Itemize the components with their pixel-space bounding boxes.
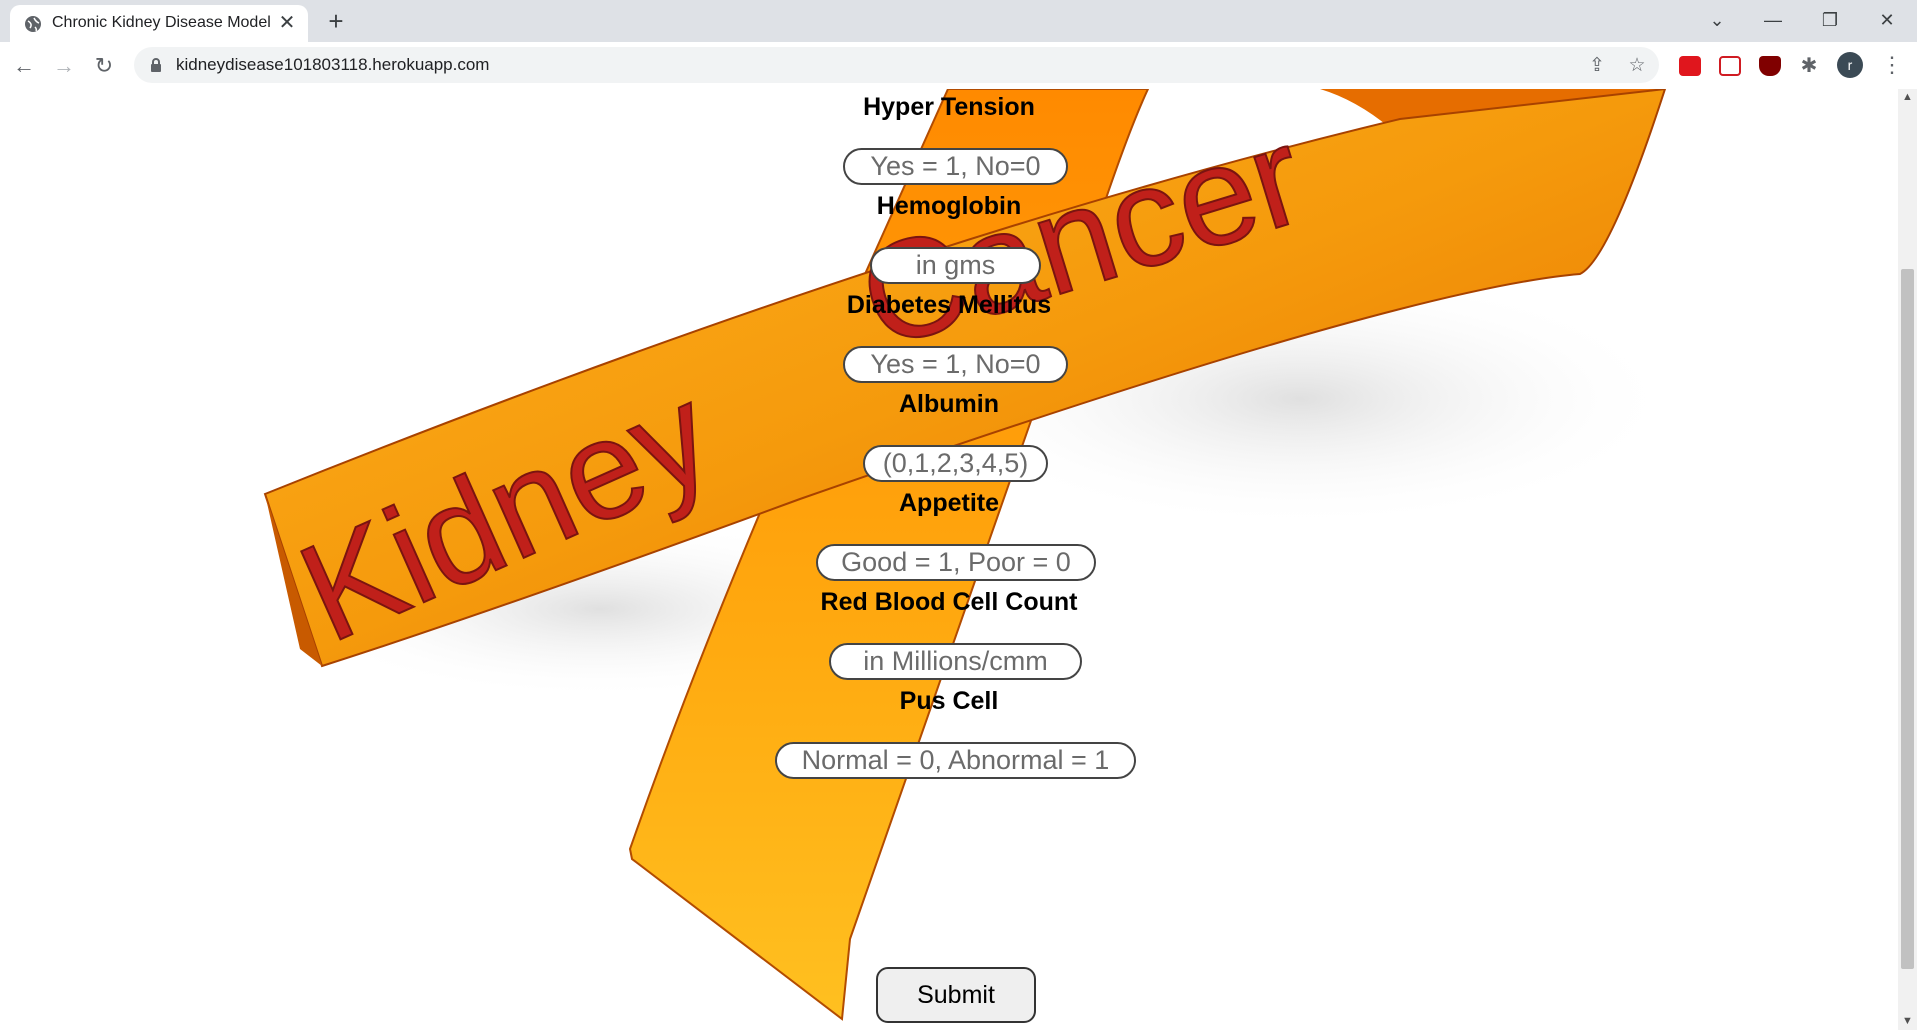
browser-toolbar: ← → ↻ kidneydisease101803118.herokuapp.c… (0, 42, 1917, 90)
address-bar[interactable]: kidneydisease101803118.herokuapp.com ⇪ ☆ (134, 47, 1659, 83)
page-viewport: Kidney Cancer Hyper Tension Yes = 1, No=… (0, 89, 1898, 1030)
red-blood-cell-count-input[interactable]: in Millions/cmm (829, 643, 1082, 680)
tab-title: Chronic Kidney Disease Model (52, 14, 271, 31)
label-hemoglobin: Hemoglobin (876, 192, 1022, 220)
label-appetite: Appetite (899, 489, 999, 517)
diabetes-mellitus-input[interactable]: Yes = 1, No=0 (843, 346, 1068, 383)
profile-avatar[interactable]: r (1837, 52, 1863, 78)
label-albumin: Albumin (899, 390, 999, 418)
video-extension-icon[interactable] (1719, 56, 1741, 76)
globe-icon (25, 16, 41, 32)
forward-icon[interactable]: → (48, 50, 80, 82)
close-tab-icon[interactable]: ✕ (276, 12, 298, 34)
bookmark-star-icon[interactable]: ☆ (1625, 54, 1649, 78)
restore-button[interactable]: ❐ (1810, 6, 1850, 34)
hyper-tension-input[interactable]: Yes = 1, No=0 (843, 148, 1068, 185)
back-icon[interactable]: ← (8, 50, 40, 82)
reload-icon[interactable]: ↻ (88, 50, 120, 82)
prediction-form: Hyper Tension Yes = 1, No=0 Hemoglobin i… (0, 89, 1898, 1030)
label-diabetes-mellitus: Diabetes Mellitus (846, 291, 1052, 319)
tab-strip: Chronic Kidney Disease Model ✕ + ⌄ — ❐ ✕ (0, 0, 1917, 42)
share-icon[interactable]: ⇪ (1585, 54, 1609, 78)
more-menu-icon[interactable]: ⋮ (1881, 50, 1903, 80)
pus-cell-input[interactable]: Normal = 0, Abnormal = 1 (775, 742, 1136, 779)
extensions-puzzle-icon[interactable]: ✱ (1797, 54, 1821, 78)
close-window-button[interactable]: ✕ (1867, 6, 1907, 34)
browser-chrome: Chronic Kidney Disease Model ✕ + ⌄ — ❐ ✕… (0, 0, 1917, 90)
youtube-extension-icon[interactable] (1679, 56, 1701, 76)
lock-icon (151, 58, 161, 72)
scrollbar-thumb[interactable] (1901, 269, 1914, 969)
scroll-up-arrow-icon[interactable]: ▲ (1898, 89, 1917, 106)
minimize-button[interactable]: — (1753, 6, 1793, 34)
submit-button[interactable]: Submit (876, 967, 1036, 1023)
scroll-down-arrow-icon[interactable]: ▼ (1898, 1013, 1917, 1030)
ublock-shield-icon[interactable] (1759, 56, 1781, 76)
tab-search-icon[interactable]: ⌄ (1697, 6, 1737, 34)
label-pus-cell: Pus Cell (899, 687, 999, 715)
albumin-input[interactable]: (0,1,2,3,4,5) (863, 445, 1048, 482)
label-hyper-tension: Hyper Tension (863, 93, 1035, 121)
browser-tab[interactable]: Chronic Kidney Disease Model ✕ (10, 5, 308, 42)
hemoglobin-input[interactable]: in gms (870, 247, 1041, 284)
appetite-input[interactable]: Good = 1, Poor = 0 (816, 544, 1096, 581)
vertical-scrollbar[interactable]: ▲ ▼ (1898, 89, 1917, 1030)
label-red-blood-cell-count: Red Blood Cell Count (820, 588, 1078, 616)
new-tab-button[interactable]: + (322, 8, 350, 36)
url-text: kidneydisease101803118.herokuapp.com (176, 55, 490, 74)
